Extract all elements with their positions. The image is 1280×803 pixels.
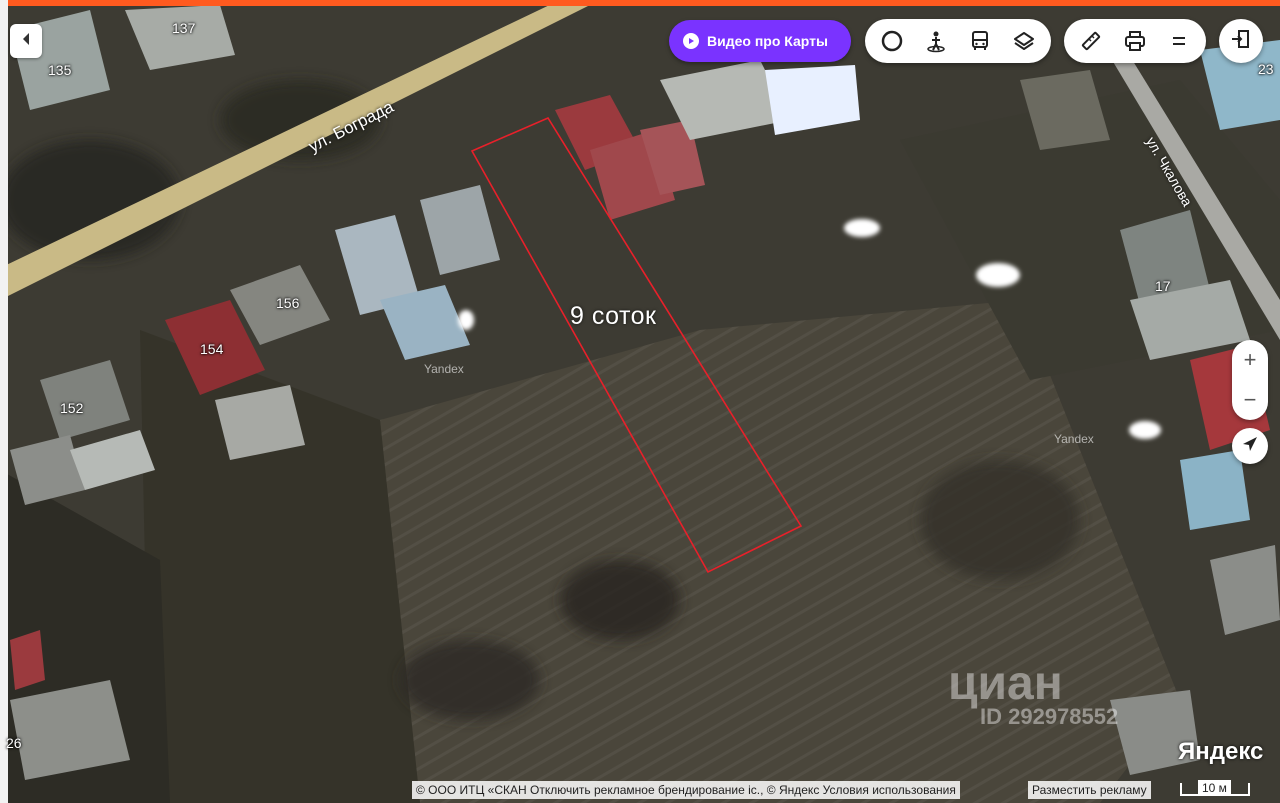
house-number: 23	[1258, 61, 1274, 77]
house-number: 17	[1155, 278, 1171, 294]
left-edge-strip	[0, 0, 8, 803]
zoom-in-button[interactable]: +	[1232, 341, 1268, 379]
map-footer: © ООО ИТЦ «СКАН Отключить рекламное брен…	[412, 781, 960, 799]
house-number: 135	[48, 62, 72, 78]
place-ad-link[interactable]: Разместить рекламу	[1028, 781, 1151, 799]
house-number: 26	[6, 735, 22, 751]
video-button-label: Видео про Карты	[707, 33, 828, 49]
layers-icon[interactable]	[1002, 19, 1046, 63]
zoom-control: + −	[1232, 340, 1268, 420]
zoom-out-button[interactable]: −	[1232, 381, 1268, 419]
map-layers-toolbar	[865, 19, 1051, 63]
house-number: 156	[276, 295, 300, 311]
scale-label: 10 м	[1198, 780, 1231, 796]
transit-bus-icon[interactable]	[958, 19, 1002, 63]
navigation-arrow-icon	[1241, 435, 1259, 458]
video-about-maps-button[interactable]: Видео про Карты	[669, 20, 851, 62]
top-accent-strip	[0, 0, 1280, 6]
ruler-icon[interactable]	[1069, 19, 1113, 63]
cian-watermark-logo: циан	[948, 657, 1063, 710]
panorama-person-icon[interactable]	[914, 19, 958, 63]
house-number: 154	[200, 341, 224, 357]
copyright-text[interactable]: © ООО ИТЦ «СКАН Отключить рекламное брен…	[412, 781, 960, 799]
house-number: 137	[172, 20, 196, 36]
plot-area-label: 9 соток	[570, 302, 657, 330]
satellite-map[interactable]	[0, 0, 1280, 803]
house-number: 152	[60, 400, 84, 416]
cian-listing-id: ID 292978552	[980, 704, 1119, 729]
yandex-logo: Яндекс	[1178, 738, 1264, 765]
traffic-circle-icon[interactable]	[870, 19, 914, 63]
map-watermark: Yandex	[1054, 432, 1094, 446]
chevron-left-icon	[20, 32, 32, 51]
menu-icon[interactable]	[1157, 19, 1201, 63]
login-door-icon	[1230, 28, 1252, 55]
map-tools-toolbar	[1064, 19, 1206, 63]
login-button[interactable]	[1219, 19, 1263, 63]
map-watermark: Yandex	[424, 362, 464, 376]
geolocation-button[interactable]	[1232, 428, 1268, 464]
print-icon[interactable]	[1113, 19, 1157, 63]
play-icon	[683, 33, 699, 49]
back-button[interactable]	[10, 24, 42, 58]
